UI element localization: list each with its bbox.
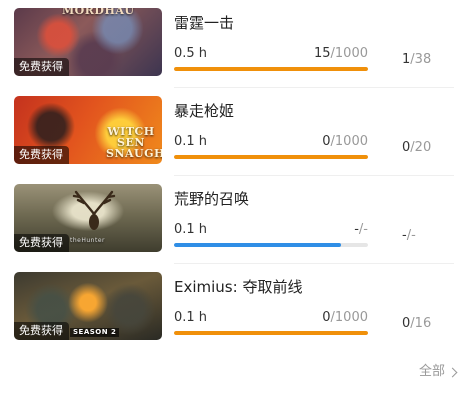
achievements-unlocked: 0 [322,310,331,325]
game-row[interactable]: MORDHAU 免费获得 雷霆一击 0.5 h 15/1000 1/38 [0,0,472,88]
achievement-progress-text: 0/1000 [322,134,368,150]
deer-antlers-icon [72,190,116,230]
achievement-progress-fill [174,243,341,247]
side-count: 0/20 [402,140,431,156]
free-badge: 免费获得 [14,58,69,76]
side-count-total: 38 [414,52,432,67]
playtime: 0.1 h [174,222,208,237]
cover-logo-text: WITCH SEN SNAUGH [106,125,162,160]
playtime: 0.1 h [174,134,208,149]
achievements-total: 1000 [334,134,368,149]
achievement-progress-bar [174,155,368,159]
achievement-progress-fill [174,67,368,71]
chevron-right-icon [447,367,458,377]
achievement-progress-bar [174,243,368,247]
view-all-link[interactable]: 全部 [418,364,458,380]
playtime: 0.5 h [174,46,208,61]
game-title[interactable]: Eximius: 夺取前线 [174,278,302,296]
cover-logo-text: MORDHAU [62,8,135,17]
side-count: 1/38 [402,52,431,68]
achievement-progress-text: 15/1000 [314,46,368,62]
game-row[interactable]: theHunter 免费获得 荒野的召唤 0.1 h -/- -/- [0,176,472,264]
game-cover[interactable]: theHunter 免费获得 [14,184,162,252]
achievements-total: 1000 [334,46,368,61]
game-row[interactable]: WITCH SEN SNAUGH 免费获得 暴走枪姬 0.1 h 0/1000 … [0,88,472,176]
view-all-label: 全部 [418,364,445,379]
side-count: 0/16 [402,316,431,332]
achievement-progress-fill [174,331,368,335]
playtime: 0.1 h [174,310,208,325]
achievement-progress-bar [174,331,368,335]
achievement-progress-fill [174,155,368,159]
game-row[interactable]: SEASON 2 免费获得 Eximius: 夺取前线 0.1 h 0/1000… [0,264,472,352]
achievement-progress-bar [174,67,368,71]
free-badge: 免费获得 [14,146,69,164]
game-library-panel: MORDHAU 免费获得 雷霆一击 0.5 h 15/1000 1/38 WIT… [0,0,472,400]
achievement-progress-text: -/- [354,222,368,238]
game-title[interactable]: 荒野的召唤 [174,190,249,208]
achievements-total: - [363,222,368,237]
side-count-total: 20 [414,140,432,155]
achievement-progress-text: 0/1000 [322,310,368,326]
free-badge: 免费获得 [14,234,69,252]
game-cover[interactable]: MORDHAU 免费获得 [14,8,162,76]
game-title[interactable]: 雷霆一击 [174,14,234,32]
achievements-total: 1000 [334,310,368,325]
game-cover[interactable]: SEASON 2 免费获得 [14,272,162,340]
achievements-unlocked: 0 [322,134,331,149]
cover-logo-text: theHunter [70,237,105,244]
achievements-unlocked: 15 [313,46,331,61]
free-badge: 免费获得 [14,322,69,340]
side-count-total: - [411,228,416,243]
game-cover[interactable]: WITCH SEN SNAUGH 免费获得 [14,96,162,164]
game-title[interactable]: 暴走枪姬 [174,102,234,120]
side-count-total: 16 [414,316,432,331]
side-count: -/- [402,228,416,244]
cover-logo-text: SEASON 2 [70,328,120,337]
